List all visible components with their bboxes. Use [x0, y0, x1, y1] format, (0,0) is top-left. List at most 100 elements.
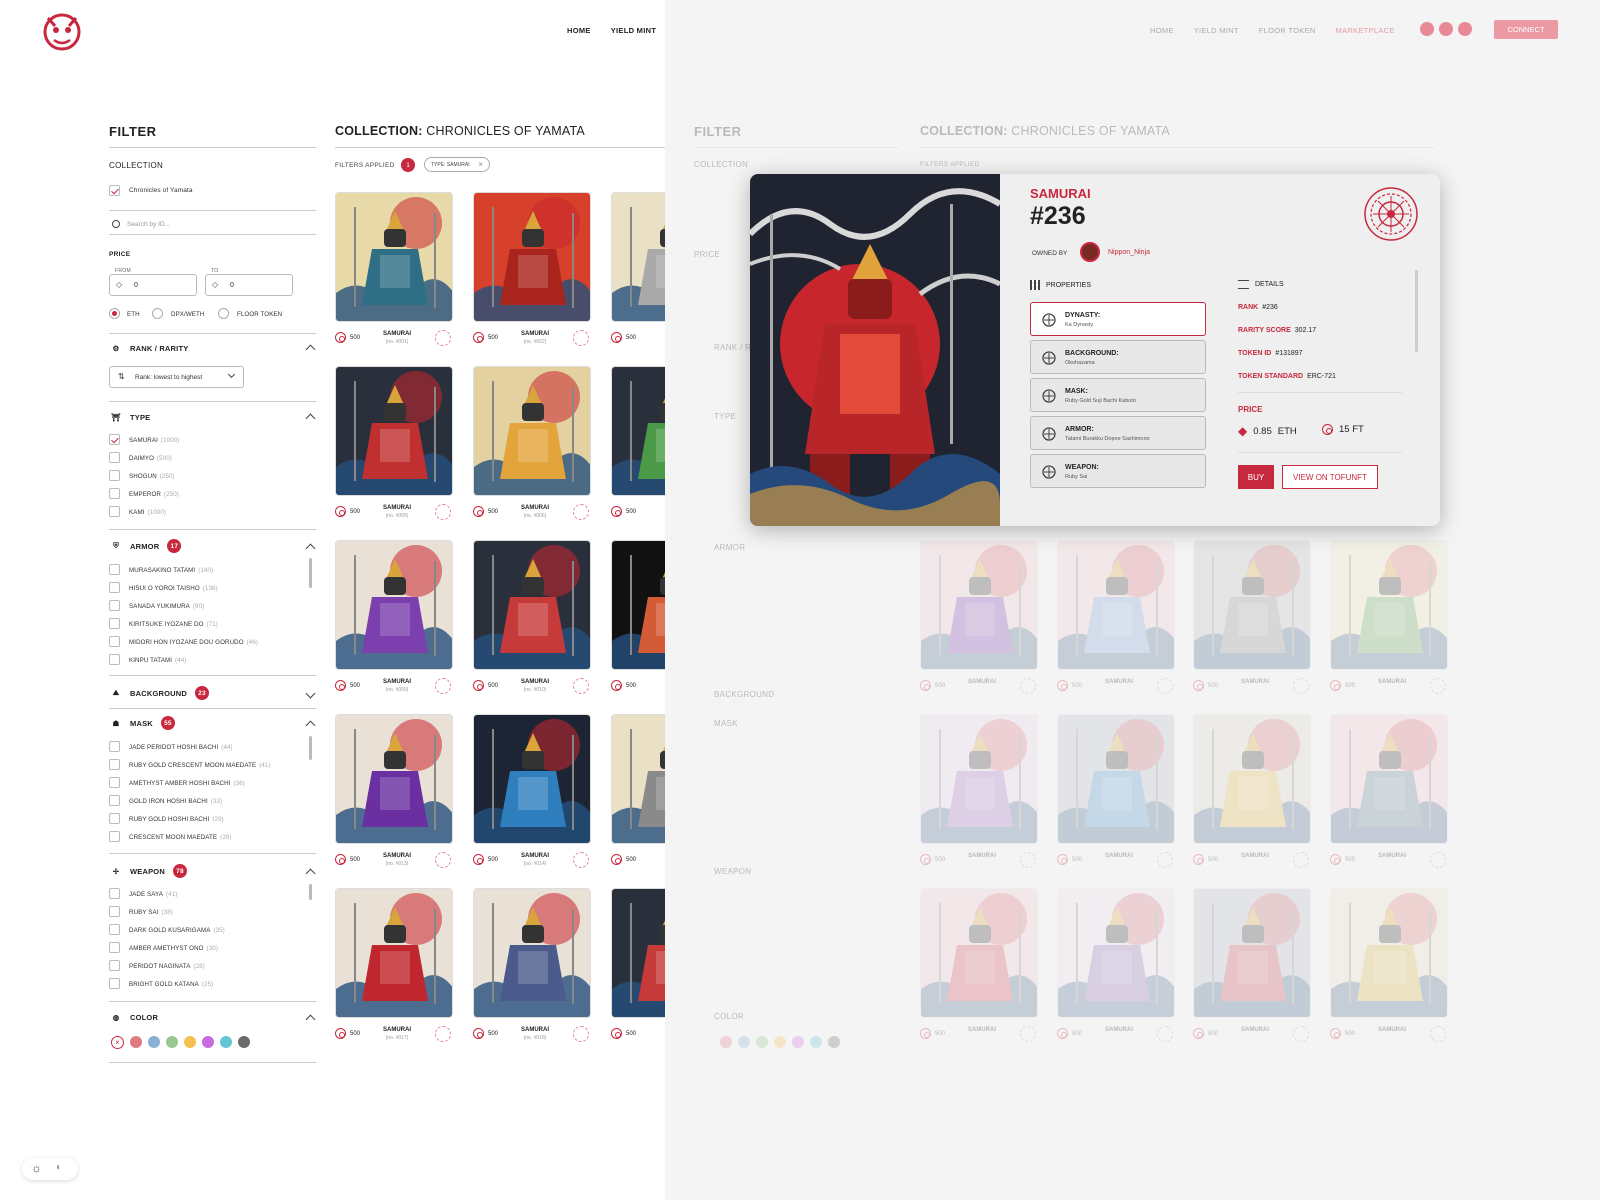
twitter-icon[interactable] [1458, 22, 1472, 36]
nft-faded-card-image[interactable] [1193, 888, 1311, 1018]
mask-checkbox[interactable] [109, 741, 120, 752]
nft-faded-card-image[interactable] [1330, 714, 1448, 844]
color-swatch[interactable] [774, 1036, 786, 1048]
mask-checkbox[interactable] [109, 831, 120, 842]
nft-faded-card-image[interactable] [1330, 888, 1448, 1018]
nft-faded-card[interactable]: 500 SAMURAI [1193, 888, 1318, 1048]
nft-faded-card[interactable]: 500 SAMURAI [1057, 714, 1182, 874]
currency-radio-eth[interactable] [109, 308, 120, 319]
weapon-checkbox[interactable] [109, 888, 120, 899]
modal-scrollbar[interactable] [1415, 270, 1418, 352]
nft-faded-card[interactable]: 500 SAMURAI [1057, 888, 1182, 1048]
rank-collapse-icon[interactable] [305, 344, 316, 355]
nft-card[interactable]: 500 SAMURAI (no. #001) [335, 192, 460, 352]
nft-card[interactable]: 500 SAMURAI (no. #017) [335, 888, 460, 1048]
nft-card[interactable]: 500 SAM (no. [611, 540, 665, 700]
armor-collapse-icon[interactable] [305, 543, 316, 554]
nft-faded-card[interactable]: 500 SAMURAI [920, 714, 1045, 874]
nft-faded-card-image[interactable] [920, 888, 1038, 1018]
weapon-collapse-icon[interactable] [305, 868, 316, 879]
nft-faded-card-image[interactable] [920, 714, 1038, 844]
color-swatch[interactable] [220, 1036, 232, 1048]
color-section-header[interactable]: ◍ COLOR [110, 1011, 158, 1023]
nft-faded-card[interactable]: 500 SAMURAI [1330, 888, 1455, 1048]
color-swatch[interactable] [810, 1036, 822, 1048]
weapon-checkbox[interactable] [109, 924, 120, 935]
weapon-checkbox[interactable] [109, 978, 120, 989]
property-background[interactable]: BACKGROUND: Okohazama [1030, 340, 1206, 374]
mask-checkbox[interactable] [109, 759, 120, 770]
collection-checkbox[interactable] [109, 185, 120, 196]
nft-faded-card[interactable]: 500 SAMURAI [1330, 540, 1455, 700]
nft-faded-card-image[interactable] [1193, 714, 1311, 844]
nav-home[interactable]: HOME [1150, 26, 1174, 35]
color-swatch[interactable] [756, 1036, 768, 1048]
nav-yield-mint[interactable]: YIELD MINT [611, 26, 657, 35]
currency-radio-dpx[interactable] [152, 308, 163, 319]
color-swatch[interactable] [148, 1036, 160, 1048]
nav-floor-token[interactable]: FLOOR TOKEN [1259, 26, 1316, 35]
nft-card[interactable]: 500 SAMURAI (no. #002) [473, 192, 598, 352]
weapon-checkbox[interactable] [109, 942, 120, 953]
nft-card-image[interactable] [473, 366, 591, 496]
property-weapon[interactable]: WEAPON: Ruby Sai [1030, 454, 1206, 488]
remove-filter-icon[interactable]: × [478, 160, 483, 169]
buy-button[interactable]: BUY [1238, 465, 1274, 489]
mask-section-header[interactable]: ☗ MASK 55 [110, 716, 175, 730]
nft-faded-card-image[interactable] [1330, 540, 1448, 670]
mask-checkbox[interactable] [109, 795, 120, 806]
weapon-scrollbar[interactable] [309, 884, 312, 900]
clear-color-icon[interactable]: × [111, 1036, 124, 1049]
nft-card[interactable]: 500 SAMURAI (no. #014) [473, 714, 598, 874]
nft-card-image[interactable] [473, 192, 591, 322]
medium-icon[interactable] [1420, 22, 1434, 36]
color-swatch[interactable] [238, 1036, 250, 1048]
nft-card-image[interactable] [611, 540, 665, 670]
sun-icon[interactable]: ☼ [31, 1161, 42, 1175]
background-expand-icon[interactable] [305, 688, 316, 699]
discord-icon[interactable] [1439, 22, 1453, 36]
background-section-header[interactable]: ⛰ BACKGROUND 23 [110, 686, 209, 700]
armor-scrollbar[interactable] [309, 558, 312, 588]
property-dynasty[interactable]: DYNASTY: Ka Dynasty [1030, 302, 1206, 336]
color-swatch[interactable] [202, 1036, 214, 1048]
nft-card[interactable]: 500 SAMURAI (no. #005) [335, 366, 460, 526]
nft-card[interactable]: 500 SAMURAI (no. #009) [335, 540, 460, 700]
nft-card-image[interactable] [335, 888, 453, 1018]
mask-checkbox[interactable] [109, 777, 120, 788]
weapon-section-header[interactable]: ✢ WEAPON 78 [110, 864, 187, 878]
type-section-header[interactable]: ⛩ TYPE [110, 411, 150, 423]
nft-faded-card[interactable]: 500 SAMURAI [1193, 540, 1318, 700]
rank-sort-select[interactable]: ⇅ Rank: lowest to highest [109, 366, 244, 388]
nft-card-image[interactable] [473, 540, 591, 670]
property-armor[interactable]: ARMOR: Tatami Burakku Dopoe Sashimono [1030, 416, 1206, 450]
type-checkbox[interactable] [109, 434, 120, 445]
nft-card[interactable]: 500 SAMURAI (no. #006) [473, 366, 598, 526]
property-mask[interactable]: MASK: Ruby Gold Suji Bachi Kabuto [1030, 378, 1206, 412]
type-checkbox[interactable] [109, 452, 120, 463]
currency-radio-floor[interactable] [218, 308, 229, 319]
nft-card-image[interactable] [611, 714, 665, 844]
armor-checkbox[interactable] [109, 582, 120, 593]
nft-faded-card-image[interactable] [1193, 540, 1311, 670]
nft-card-image[interactable] [611, 192, 665, 322]
weapon-checkbox[interactable] [109, 906, 120, 917]
nft-faded-card[interactable]: 500 SAMURAI [920, 540, 1045, 700]
nft-faded-card[interactable]: 500 SAMURAI [1057, 540, 1182, 700]
color-swatch[interactable] [184, 1036, 196, 1048]
nft-faded-card-image[interactable] [1057, 540, 1175, 670]
nft-card[interactable]: 500 SAM (no. [611, 888, 665, 1048]
nft-card-image[interactable] [611, 888, 665, 1018]
nft-faded-card[interactable]: 500 SAMURAI [920, 888, 1045, 1048]
nft-card[interactable]: 500 SAMURAI (no. #010) [473, 540, 598, 700]
armor-checkbox[interactable] [109, 636, 120, 647]
nft-faded-card-image[interactable] [1057, 888, 1175, 1018]
nft-card-image[interactable] [611, 366, 665, 496]
nft-card-image[interactable] [335, 714, 453, 844]
mask-collapse-icon[interactable] [305, 720, 316, 731]
mask-scrollbar[interactable] [309, 736, 312, 760]
nft-faded-card[interactable]: 500 SAMURAI [1193, 714, 1318, 874]
theme-toggle[interactable]: ☼ ◐ [22, 1158, 78, 1180]
armor-section-header[interactable]: ⛨ ARMOR 17 [110, 539, 182, 553]
logo-icon[interactable] [40, 8, 84, 56]
